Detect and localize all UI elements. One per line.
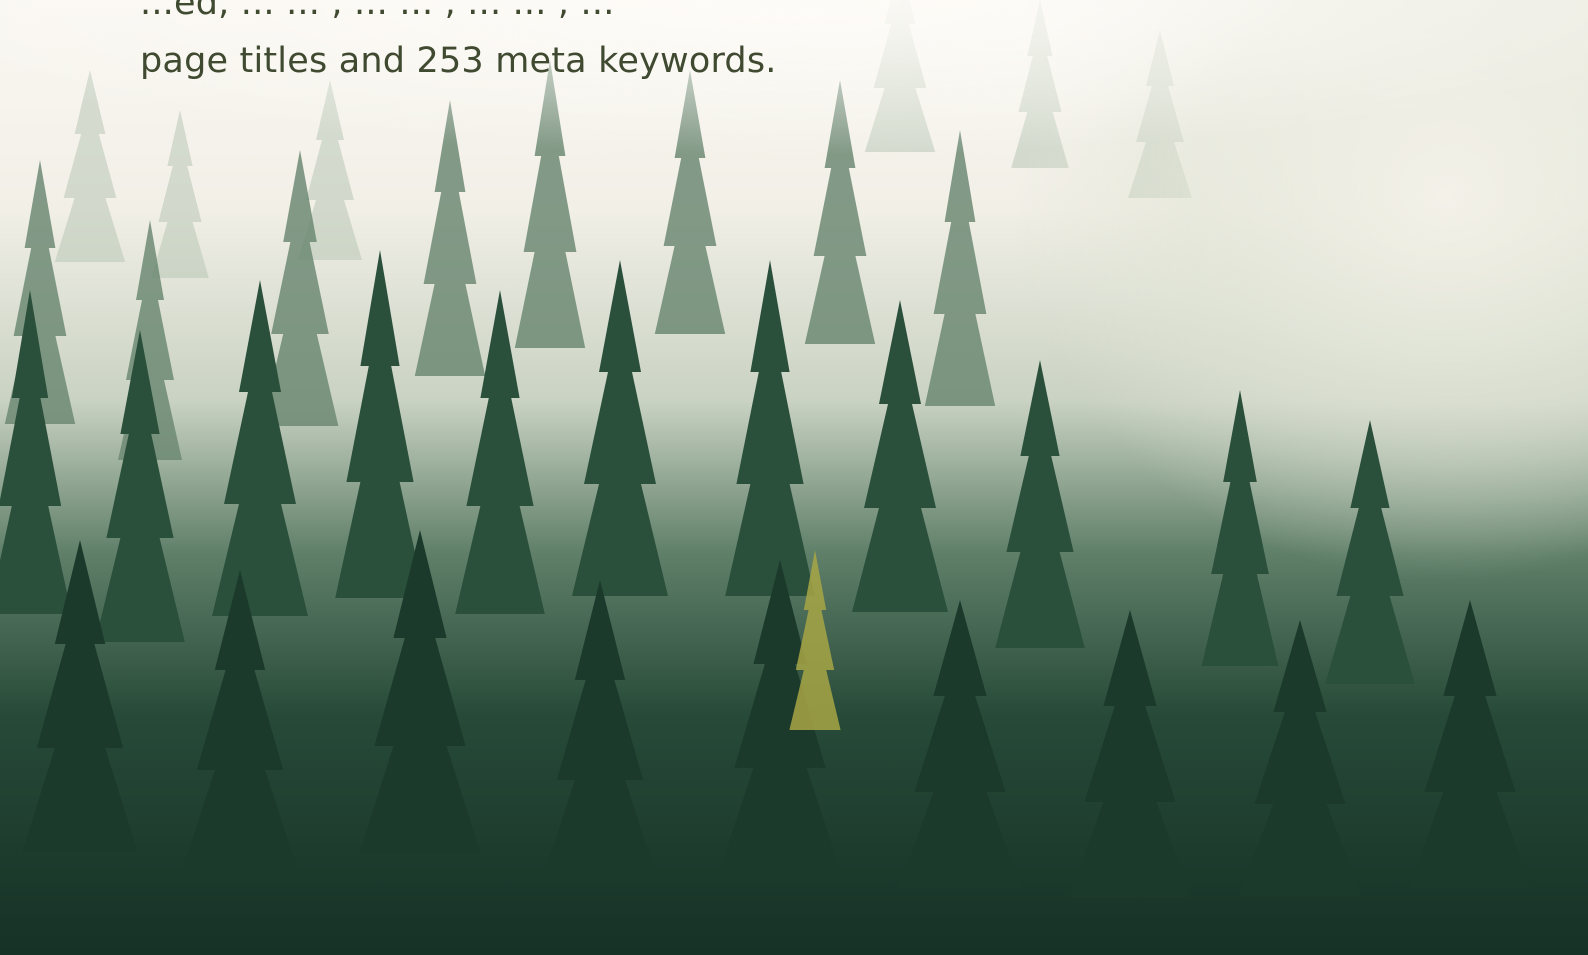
intro-paragraph: ...ed, ... ... , ... ... , ... ... , ...… bbox=[140, 0, 1540, 90]
forest-background-image bbox=[0, 0, 1588, 955]
page: ...ed, ... ... , ... ... , ... ... , ...… bbox=[0, 0, 1588, 955]
intro-line-1: ...ed, ... ... , ... ... , ... ... , ... bbox=[140, 0, 615, 23]
intro-line-2: page titles and 253 meta keywords. bbox=[140, 41, 777, 81]
